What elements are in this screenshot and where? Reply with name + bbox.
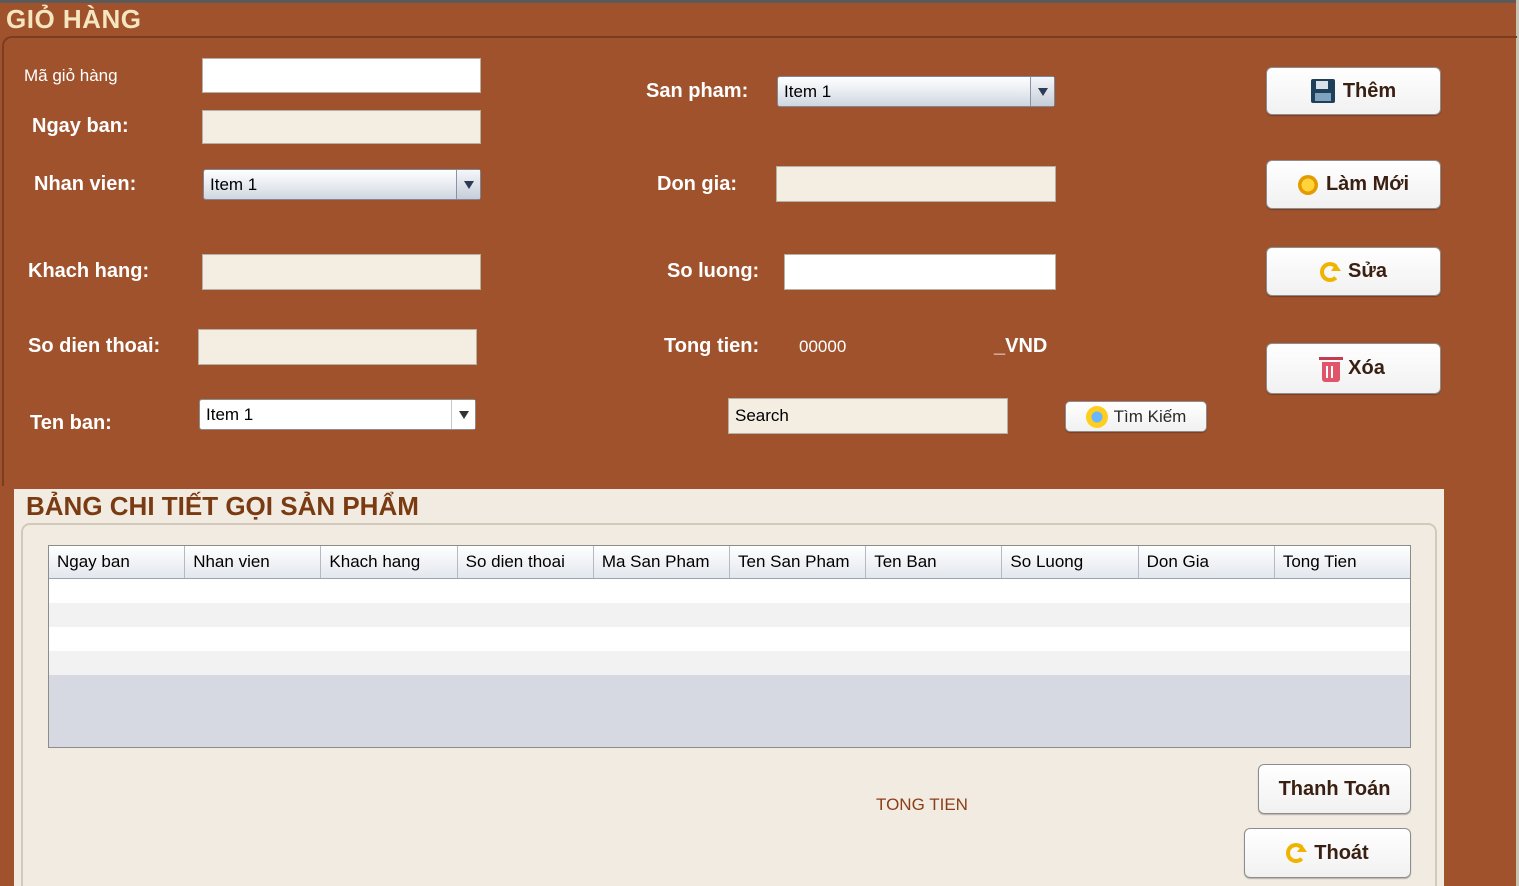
column-header[interactable]: Khach hang (321, 546, 458, 578)
nhan-vien-label: Nhan vien: (34, 173, 137, 195)
column-header[interactable]: Ten Ban (866, 546, 1003, 578)
chevron-down-icon[interactable] (1030, 77, 1054, 106)
search-icon (1085, 405, 1108, 428)
san-pham-selected: Item 1 (784, 81, 832, 101)
save-icon (1310, 79, 1335, 103)
detail-panel: BẢNG CHI TIẾT GỌI SẢN PHẨM Ngay ban Nhan… (14, 489, 1444, 886)
reset-icon (1297, 174, 1318, 195)
chevron-down-icon[interactable] (451, 400, 475, 429)
xoa-button[interactable]: Xóa (1266, 343, 1441, 394)
search-field[interactable] (728, 398, 1008, 434)
thoat-button[interactable]: Thoát (1244, 828, 1411, 878)
tim-kiem-label: Tìm Kiếm (1113, 406, 1187, 426)
tim-kiem-button[interactable]: Tìm Kiếm (1065, 401, 1207, 432)
ten-ban-selected: Item 1 (206, 404, 254, 424)
column-header[interactable]: So Luong (1002, 546, 1139, 578)
trash-icon (1319, 356, 1344, 382)
column-header[interactable]: Ma San Pham (594, 546, 731, 578)
so-luong-input[interactable] (785, 255, 1055, 289)
don-gia-input[interactable] (777, 167, 1055, 201)
so-luong-field[interactable] (784, 254, 1056, 290)
column-header[interactable]: Tong Tien (1275, 546, 1410, 578)
refresh-icon (1320, 261, 1342, 282)
ngay-ban-label: Ngay ban: (32, 115, 129, 137)
chevron-down-icon[interactable] (456, 170, 480, 199)
tong-tien-label: Tong tien: (664, 335, 760, 357)
so-luong-label: So luong: (667, 260, 760, 282)
sua-button[interactable]: Sửa (1266, 247, 1441, 296)
detail-table[interactable]: Ngay ban Nhan vien Khach hang So dien th… (48, 545, 1411, 748)
ten-ban-label: Ten ban: (30, 412, 112, 434)
table-row[interactable] (49, 651, 1410, 675)
ma-gio-hang-input[interactable] (203, 59, 480, 92)
total-label: TONG TIEN (876, 795, 968, 814)
ngay-ban-input[interactable] (203, 111, 480, 143)
don-gia-field[interactable] (776, 166, 1056, 202)
san-pham-select[interactable]: Item 1 (777, 76, 1055, 107)
search-input[interactable] (729, 399, 1007, 433)
table-header: Ngay ban Nhan vien Khach hang So dien th… (49, 546, 1410, 579)
column-header[interactable]: Ngay ban (49, 546, 186, 578)
don-gia-label: Don gia: (657, 173, 737, 195)
table-row[interactable] (49, 579, 1410, 603)
so-dien-thoai-label: So dien thoai: (28, 335, 161, 357)
nhan-vien-select[interactable]: Item 1 (203, 169, 481, 200)
nhan-vien-selected: Item 1 (210, 174, 258, 194)
xoa-label: Xóa (1348, 357, 1385, 379)
them-button[interactable]: Thêm (1266, 67, 1441, 115)
detail-title: BẢNG CHI TIẾT GỌI SẢN PHẨM (26, 491, 419, 521)
tong-tien-unit: _VND (994, 335, 1048, 357)
them-label: Thêm (1342, 79, 1397, 102)
table-row[interactable] (49, 627, 1410, 651)
ma-gio-hang-label: Mã giỏ hàng (24, 66, 118, 85)
ten-ban-select[interactable]: Item 1 (199, 399, 476, 430)
thanh-toan-label: Thanh Toán (1278, 777, 1391, 800)
ma-gio-hang-field[interactable] (202, 58, 481, 93)
so-dien-thoai-input[interactable] (199, 330, 476, 364)
refresh-icon (1286, 843, 1308, 863)
column-header[interactable]: So dien thoai (458, 546, 594, 578)
table-row[interactable] (49, 603, 1410, 627)
column-header[interactable]: Don Gia (1139, 546, 1275, 578)
lam-moi-button[interactable]: Làm Mới (1266, 160, 1441, 209)
window-title: GIỎ HÀNG (6, 4, 142, 34)
thoat-label: Thoát (1314, 841, 1369, 864)
tong-tien-value: 00000 (799, 337, 847, 356)
column-header[interactable]: Nhan vien (185, 546, 322, 578)
khach-hang-field[interactable] (202, 254, 481, 290)
san-pham-label: San pham: (646, 80, 749, 102)
sua-label: Sửa (1348, 260, 1387, 282)
lam-moi-label: Làm Mới (1325, 173, 1410, 195)
ngay-ban-field[interactable] (202, 110, 481, 144)
khach-hang-input[interactable] (203, 255, 480, 289)
thanh-toan-button[interactable]: Thanh Toán (1258, 764, 1411, 814)
so-dien-thoai-field[interactable] (198, 329, 477, 365)
window-top-border (0, 0, 1519, 3)
khach-hang-label: Khach hang: (28, 260, 150, 282)
column-header[interactable]: Ten San Pham (730, 546, 867, 578)
